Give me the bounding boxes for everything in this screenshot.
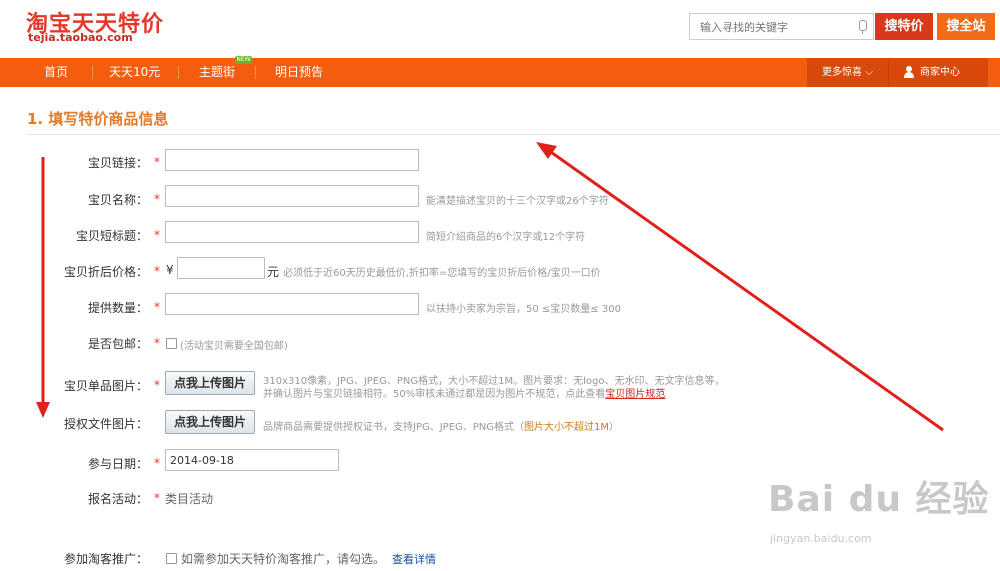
watermark-domain: jingyan.baidu.com bbox=[770, 532, 872, 545]
vertical-arrow bbox=[36, 157, 50, 418]
watermark-logo: Bai du 经验 bbox=[768, 479, 990, 520]
diagonal-arrow bbox=[536, 142, 944, 432]
